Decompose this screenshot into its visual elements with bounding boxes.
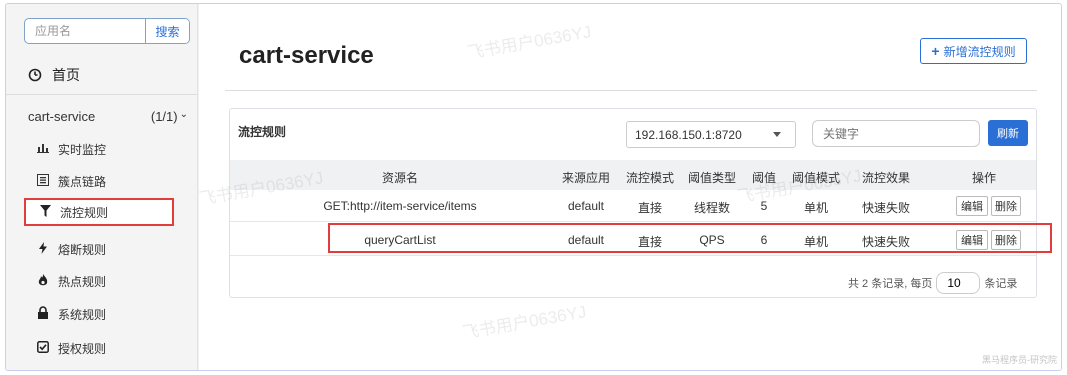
corner-watermark: 黑马程序员-研究院 [982, 355, 1057, 365]
list-icon [36, 173, 50, 189]
main-content: cart-service + 新增流控规则 流控规则 192.168.150.1… [199, 4, 1061, 370]
app-name: cart-service [28, 108, 96, 124]
app-search: 搜索 [24, 18, 190, 44]
sidebar-item-system-rules[interactable]: 系统规则 [36, 300, 174, 328]
delete-button[interactable]: 删除 [991, 196, 1021, 216]
cell-threshold-mode: 单机 [803, 201, 828, 215]
bolt-icon [36, 241, 50, 257]
panel-title: 流控规则 [238, 125, 287, 139]
table-row: GET:http://item-service/items default 直接… [230, 190, 1036, 222]
sidebar-item-realtime-monitor[interactable]: 实时监控 [36, 135, 174, 163]
column-header: 操作 [971, 171, 996, 185]
app-instance-count: (1/1) [150, 108, 178, 124]
cell-mode: 直接 [637, 235, 662, 249]
divider [225, 90, 1037, 91]
app-frame: 搜索 首页 cart-service (1/1) ⌄ 实时监控 簇点链路 [5, 3, 1062, 371]
table-header: 资源名 来源应用 流控模式 阈值类型 阈值 阈值模式 流控效果 操作 [230, 160, 1036, 190]
app-group-header[interactable]: cart-service (1/1) ⌄ [28, 105, 188, 127]
cell-origin: default [567, 233, 605, 247]
table-row: queryCartList default 直接 QPS 6 单机 快速失败 编… [230, 224, 1036, 256]
sidebar-item-label: 热点规则 [58, 274, 107, 289]
flow-rules-panel: 流控规则 192.168.150.1:8720 刷新 资源名 来源应用 流控模式… [229, 108, 1052, 298]
pagination: 共 2 条记录, 每页 条记录 [848, 272, 1017, 294]
sidebar-item-label: 授权规则 [58, 341, 107, 356]
cell-threshold: 5 [760, 199, 768, 213]
chevron-down-icon: ⌄ [179, 108, 188, 120]
home-label: 首页 [52, 67, 80, 83]
edit-button[interactable]: 编辑 [956, 196, 988, 216]
column-header: 来源应用 [561, 171, 610, 185]
column-header: 资源名 [381, 171, 418, 185]
delete-button[interactable]: 删除 [991, 230, 1021, 250]
sidebar-item-hotspot-rules[interactable]: 热点规则 [36, 267, 174, 295]
cell-resource: GET:http://item-service/items [323, 199, 477, 213]
keyword-input[interactable] [812, 120, 980, 147]
refresh-button[interactable]: 刷新 [988, 120, 1028, 146]
check-square-icon [36, 340, 50, 356]
sidebar-item-label: 流控规则 [60, 205, 109, 220]
search-button[interactable]: 搜索 [145, 19, 189, 43]
sidebar-item-label: 实时监控 [58, 142, 107, 157]
plus-icon: + [931, 43, 940, 59]
caret-down-icon [773, 132, 781, 137]
lock-icon [36, 306, 50, 322]
sidebar-item-circuit-rules[interactable]: 熔断规则 [36, 235, 174, 263]
bar-chart-icon [36, 142, 50, 156]
cell-resource: queryCartList [364, 233, 436, 247]
fire-icon [36, 273, 50, 289]
cell-threshold-type: 线程数 [693, 201, 730, 215]
sidebar-item-flow-rules[interactable]: 流控规则 [24, 198, 174, 226]
cell-effect: 快速失败 [861, 201, 910, 215]
add-flow-rule-label: 新增流控规则 [943, 44, 1016, 59]
cell-origin: default [567, 199, 605, 213]
column-header: 阈值类型 [687, 171, 736, 185]
cell-effect: 快速失败 [861, 235, 910, 249]
sidebar-item-label: 簇点链路 [58, 174, 107, 189]
sidebar-item-home[interactable]: 首页 [28, 62, 80, 88]
column-header: 流控效果 [861, 171, 910, 185]
cell-threshold-mode: 单机 [803, 235, 828, 249]
cell-threshold-type: QPS [699, 233, 725, 247]
machine-select-value: 192.168.150.1:8720 [635, 127, 742, 142]
column-header: 流控模式 [625, 171, 674, 185]
sidebar-item-auth-rules[interactable]: 授权规则 [36, 334, 174, 362]
dashboard-icon [28, 68, 42, 82]
pager-total: 共 2 条记录, 每页 [848, 278, 933, 290]
filter-icon [38, 204, 52, 220]
divider [6, 94, 198, 95]
column-header: 阈值 [751, 171, 776, 185]
page-size-input[interactable] [936, 272, 981, 294]
edit-button[interactable]: 编辑 [956, 230, 988, 250]
add-flow-rule-button[interactable]: + 新增流控规则 [920, 38, 1027, 64]
column-header: 阈值模式 [791, 171, 840, 185]
pager-suffix: 条记录 [984, 278, 1018, 290]
machine-select[interactable]: 192.168.150.1:8720 [626, 121, 796, 148]
sidebar-item-label: 熔断规则 [58, 242, 107, 257]
app-search-input[interactable] [25, 19, 143, 43]
sidebar: 搜索 首页 cart-service (1/1) ⌄ 实时监控 簇点链路 [6, 4, 198, 370]
cell-threshold: 6 [760, 233, 768, 247]
sidebar-item-label: 系统规则 [58, 307, 107, 322]
page-title: cart-service [239, 42, 374, 69]
cell-mode: 直接 [637, 201, 662, 215]
sidebar-item-cluster-links[interactable]: 簇点链路 [36, 167, 174, 195]
